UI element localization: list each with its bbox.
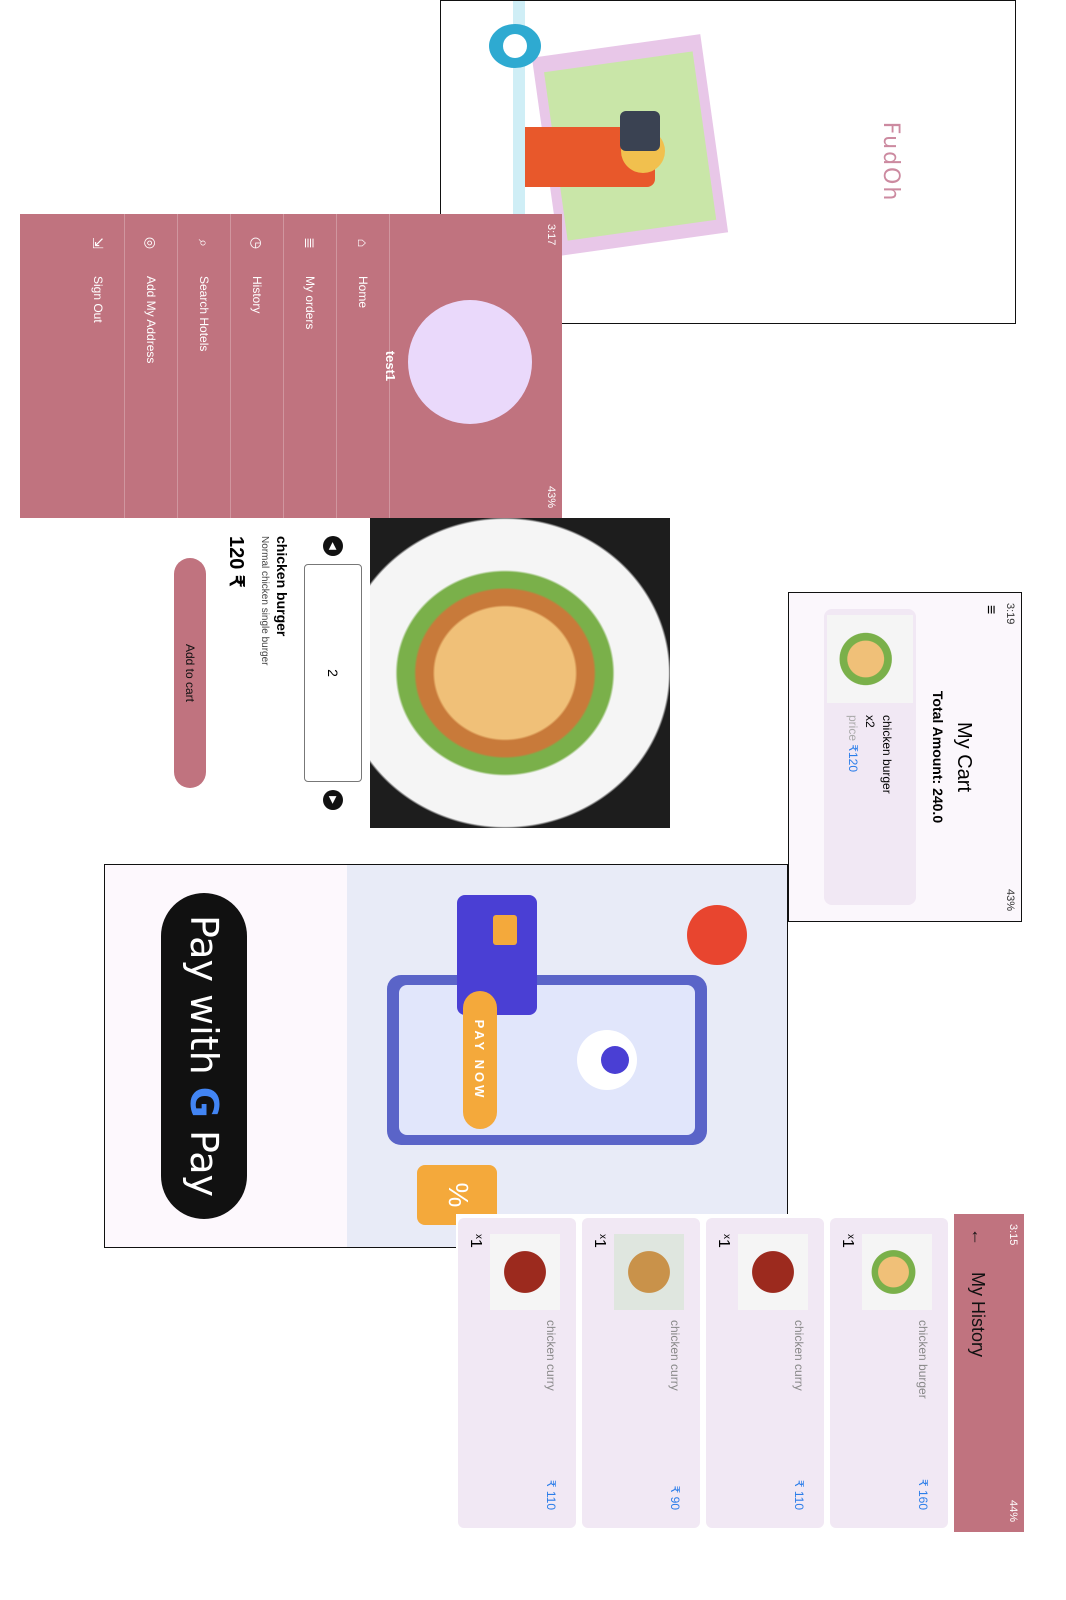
drawer-item[interactable]: ◎ Add My Address xyxy=(125,214,178,518)
drawer-item-label: Add My Address xyxy=(144,276,158,364)
back-arrow-icon[interactable]: ← xyxy=(968,1228,989,1246)
history-item[interactable]: x1 chicken curry ₹ 110 xyxy=(706,1218,824,1528)
food-thumbnail xyxy=(738,1234,808,1310)
history-screen: 3:15 44% ← My History x1 chicken burger ₹ … xyxy=(456,1214,1024,1532)
drawer-item[interactable]: ⌕ Search Hotels xyxy=(178,214,231,518)
gpay-prefix: Pay with xyxy=(182,914,226,1075)
app-bar: 3:15 44% ← My History xyxy=(954,1214,1024,1532)
navigation-drawer-screen: 3:17 43% test1 ⌂ Home ≣ My orders ◷ History ⌕ S… xyxy=(20,214,562,518)
decrease-button[interactable]: ◀ xyxy=(323,536,343,556)
order-quantity: x1 xyxy=(466,1234,484,1248)
drawer-item-label: Sign Out xyxy=(91,276,105,323)
drawer-item-label: My orders xyxy=(303,276,317,330)
drawer-item[interactable]: ⇲ Sign Out xyxy=(72,214,125,518)
quantity-field[interactable]: 2 xyxy=(304,564,362,782)
phone-card-graphic: % xyxy=(347,865,787,1247)
status-battery: 43% xyxy=(1004,888,1016,911)
price-value: ₹120 xyxy=(846,744,861,773)
order-quantity: x1 xyxy=(714,1234,732,1248)
food-thumbnail xyxy=(614,1234,684,1310)
qty-value: 1 xyxy=(715,1239,732,1248)
avatar[interactable] xyxy=(408,300,532,424)
add-to-cart-button[interactable]: Add to cart xyxy=(174,558,206,788)
pay-now-badge: PAY NOW xyxy=(463,991,497,1129)
order-quantity: x1 xyxy=(838,1234,856,1248)
list-icon: ≣ xyxy=(302,237,319,249)
history-item[interactable]: x1 chicken burger ₹ 160 xyxy=(830,1218,948,1528)
google-g-icon: G xyxy=(182,1086,226,1118)
status-battery: 43% xyxy=(545,485,557,508)
page-title: My Cart xyxy=(953,722,975,792)
order-price: ₹ 110 xyxy=(544,1479,558,1510)
user-name: test1 xyxy=(383,350,398,382)
qty-value: 1 xyxy=(591,1239,608,1248)
order-price: ₹ 90 xyxy=(668,1485,682,1510)
order-quantity: x1 xyxy=(590,1234,608,1248)
drawer-header: test1 xyxy=(383,214,540,518)
status-bar: 3:19 43% xyxy=(999,593,1021,921)
cart-screen: 3:19 43% ≡ My Cart Total Amount: 240.0 c… xyxy=(788,592,1022,922)
status-bar: 3:15 44% xyxy=(1002,1214,1024,1532)
order-price: ₹ 160 xyxy=(916,1479,930,1510)
price-label: price xyxy=(846,715,861,742)
cart-item-qty: x2 xyxy=(863,715,878,728)
order-name: chicken curry xyxy=(792,1320,806,1391)
gpay-suffix: Pay xyxy=(182,1130,226,1198)
svg-text:%: % xyxy=(443,1183,474,1208)
drawer-item[interactable]: ◷ History xyxy=(231,214,284,518)
cart-item-name: chicken burger xyxy=(880,715,895,794)
status-battery: 44% xyxy=(1007,1499,1019,1522)
drawer-item-label: Search Hotels xyxy=(197,276,211,352)
location-icon: ◎ xyxy=(143,236,160,250)
food-thumbnail xyxy=(490,1234,560,1310)
drawer-item-label: Home xyxy=(356,276,370,309)
status-time: 3:19 xyxy=(1004,603,1016,625)
status-time: 3:17 xyxy=(545,224,557,246)
increase-button[interactable]: ▶ xyxy=(323,790,343,810)
order-name: chicken curry xyxy=(544,1320,558,1391)
drawer-item[interactable]: ≣ My orders xyxy=(284,214,337,518)
order-price: ₹ 110 xyxy=(792,1479,806,1510)
food-thumbnail xyxy=(862,1234,932,1310)
sign-out-icon: ⇲ xyxy=(90,237,107,249)
clock-icon: ◷ xyxy=(249,236,266,250)
history-item[interactable]: x1 chicken curry ₹ 110 xyxy=(458,1218,576,1528)
qty-value: 1 xyxy=(467,1239,484,1248)
product-detail-screen: ◀ 2 ▶ chicken burger Normal chicken sing… xyxy=(110,518,670,828)
history-list: x1 chicken burger ₹ 160 x1 chicken curry ₹ 11… xyxy=(458,1214,948,1532)
cart-item[interactable]: chicken burger x2 price ₹120 xyxy=(824,609,916,905)
drawer-item-label: History xyxy=(250,276,264,314)
payment-screen: % PAY NOW Pay with G Pay xyxy=(104,864,788,1248)
drawer-menu: ⌂ Home ≣ My orders ◷ History ⌕ Search Hotels ◎ Ad… xyxy=(72,214,390,518)
page-title: My History xyxy=(968,1272,989,1357)
status-time: 3:15 xyxy=(1007,1224,1019,1246)
status-bar: 3:17 43% xyxy=(540,214,562,518)
item-description: Normal chicken single burger xyxy=(259,536,270,666)
quantity-stepper: ◀ 2 ▶ xyxy=(296,518,370,828)
order-name: chicken burger xyxy=(916,1320,930,1399)
cart-total: Total Amount: 240.0 xyxy=(930,690,946,824)
food-image xyxy=(370,518,670,828)
google-pay-button[interactable]: Pay with G Pay xyxy=(161,893,247,1219)
home-icon: ⌂ xyxy=(355,238,371,248)
menu-icon[interactable]: ≡ xyxy=(981,593,999,921)
search-icon: ⌕ xyxy=(196,239,213,247)
qty-value: 1 xyxy=(839,1239,856,1248)
payment-illustration: % PAY NOW xyxy=(347,865,787,1247)
item-thumbnail xyxy=(827,615,913,703)
item-name: chicken burger xyxy=(274,536,290,637)
history-item[interactable]: x1 chicken curry ₹ 90 xyxy=(582,1218,700,1528)
item-price: 120 ₹ xyxy=(225,536,247,588)
order-name: chicken curry xyxy=(668,1320,682,1391)
